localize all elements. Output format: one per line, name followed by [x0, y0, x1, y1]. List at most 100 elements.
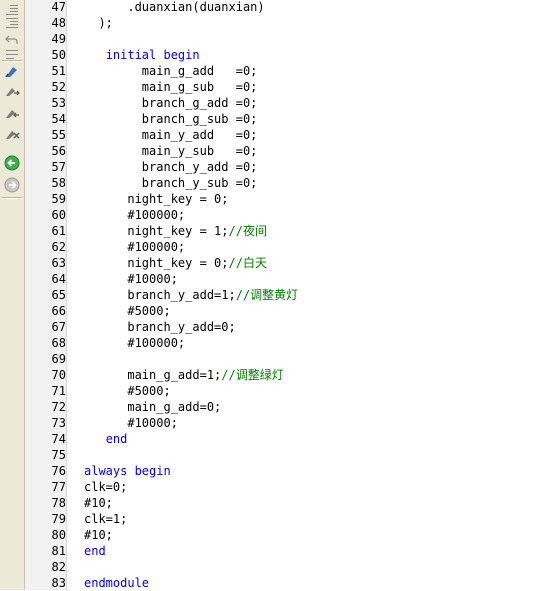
line-number: 69: [51, 352, 66, 366]
code-line[interactable]: 74 end: [0, 431, 560, 447]
code-line[interactable]: 58 branch_y_sub =0;: [0, 175, 560, 191]
code-token: night_key = 1;: [84, 224, 229, 238]
code-token: night_key = 0;: [84, 256, 229, 270]
code-token: branch_y_add=1;: [84, 288, 236, 302]
code-line[interactable]: 70 main_g_add=1;//调整绿灯: [0, 367, 560, 383]
code-token: .duanxian(duanxian): [84, 0, 265, 14]
code-token: main_g_add =0;: [84, 64, 258, 78]
line-number: 64: [51, 272, 66, 286]
code-line[interactable]: 67 branch_y_add=0;: [0, 319, 560, 335]
code-text: #100000;: [84, 239, 185, 255]
line-number: 68: [51, 336, 66, 350]
line-number: 54: [51, 112, 66, 126]
code-text: main_g_add=1;//调整绿灯: [84, 367, 283, 383]
code-text: branch_y_add =0;: [84, 159, 258, 175]
code-line[interactable]: 49: [0, 31, 560, 47]
code-token: night_key = 0;: [84, 192, 229, 206]
code-line[interactable]: 51 main_g_add =0;: [0, 63, 560, 79]
code-text: main_g_add=0;: [84, 399, 221, 415]
code-text: end: [84, 543, 106, 559]
comment-token: //夜间: [228, 224, 267, 238]
code-text: main_g_sub =0;: [84, 79, 258, 95]
code-token: );: [84, 16, 113, 30]
code-line[interactable]: 77 clk=0;: [0, 479, 560, 495]
code-editor[interactable]: 47 .duanxian(duanxian) 48 ); 49 50 initial …: [0, 0, 560, 590]
code-line[interactable]: 54 branch_g_sub =0;: [0, 111, 560, 127]
line-number: 77: [51, 480, 66, 494]
line-number: 66: [51, 304, 66, 318]
line-number: 74: [51, 432, 66, 446]
line-number: 50: [51, 48, 66, 62]
code-line[interactable]: 65 branch_y_add=1;//调整黄灯: [0, 287, 560, 303]
code-line[interactable]: 68 #100000;: [0, 335, 560, 351]
code-text: #10;: [84, 495, 113, 511]
code-token: #5000;: [84, 304, 171, 318]
code-text: clk=0;: [84, 479, 127, 495]
code-line[interactable]: 61 night_key = 1;//夜间: [0, 223, 560, 239]
line-number: 61: [51, 224, 66, 238]
code-line[interactable]: 66 #5000;: [0, 303, 560, 319]
code-text: #100000;: [84, 335, 185, 351]
line-number: 59: [51, 192, 66, 206]
line-number: 67: [51, 320, 66, 334]
code-line[interactable]: 82: [0, 559, 560, 575]
code-text: branch_y_sub =0;: [84, 175, 258, 191]
line-number: 70: [51, 368, 66, 382]
code-line[interactable]: 69: [0, 351, 560, 367]
code-line[interactable]: 80 #10;: [0, 527, 560, 543]
code-text: night_key = 0;//白天: [84, 255, 267, 271]
line-number: 78: [51, 496, 66, 510]
line-number: 72: [51, 400, 66, 414]
code-token: clk=0;: [84, 480, 128, 494]
code-line[interactable]: 78 #10;: [0, 495, 560, 511]
code-text: initial begin: [84, 47, 200, 63]
line-number: 58: [51, 176, 66, 190]
code-line[interactable]: 62 #100000;: [0, 239, 560, 255]
code-line[interactable]: 57 branch_y_add =0;: [0, 159, 560, 175]
line-number: 75: [51, 448, 66, 462]
line-number: 60: [51, 208, 66, 222]
code-text: .duanxian(duanxian): [84, 0, 265, 15]
code-line[interactable]: 64 #10000;: [0, 271, 560, 287]
code-text: night_key = 1;//夜间: [84, 223, 267, 239]
code-line[interactable]: 56 main_y_sub =0;: [0, 143, 560, 159]
code-text: #5000;: [84, 303, 171, 319]
code-token: #100000;: [84, 208, 186, 222]
code-line[interactable]: 53 branch_g_add =0;: [0, 95, 560, 111]
code-line[interactable]: 50 initial begin: [0, 47, 560, 63]
keyword-token: initial begin: [105, 48, 200, 62]
code-line[interactable]: 60 #100000;: [0, 207, 560, 223]
code-line[interactable]: 71 #5000;: [0, 383, 560, 399]
code-token: #100000;: [84, 336, 186, 350]
code-line[interactable]: 47 .duanxian(duanxian): [0, 0, 560, 15]
line-number: 56: [51, 144, 66, 158]
code-text: branch_g_sub =0;: [84, 111, 258, 127]
code-line[interactable]: 79 clk=1;: [0, 511, 560, 527]
code-token: main_g_sub =0;: [84, 80, 258, 94]
code-line[interactable]: 48 );: [0, 15, 560, 31]
code-text: clk=1;: [84, 511, 127, 527]
code-token: #10;: [84, 496, 113, 510]
keyword-token: always begin: [84, 464, 171, 478]
line-number: 63: [51, 256, 66, 270]
code-text: branch_g_add =0;: [84, 95, 258, 111]
code-token: branch_y_sub =0;: [84, 176, 258, 190]
code-line[interactable]: 55 main_y_add =0;: [0, 127, 560, 143]
code-text: main_g_add =0;: [84, 63, 258, 79]
code-line[interactable]: 76 always begin: [0, 463, 560, 479]
code-text: #10000;: [84, 271, 178, 287]
code-line[interactable]: 59 night_key = 0;: [0, 191, 560, 207]
line-number: 81: [51, 544, 66, 558]
code-line[interactable]: 73 #10000;: [0, 415, 560, 431]
code-line[interactable]: 81 end: [0, 543, 560, 559]
code-text: branch_y_add=1;//调整黄灯: [84, 287, 298, 303]
code-line[interactable]: 72 main_g_add=0;: [0, 399, 560, 415]
code-line[interactable]: 52 main_g_sub =0;: [0, 79, 560, 95]
code-line[interactable]: 63 night_key = 0;//白天: [0, 255, 560, 271]
line-number: 55: [51, 128, 66, 142]
line-number: 52: [51, 80, 66, 94]
code-line[interactable]: 83 endmodule: [0, 575, 560, 591]
code-line[interactable]: 75: [0, 447, 560, 463]
